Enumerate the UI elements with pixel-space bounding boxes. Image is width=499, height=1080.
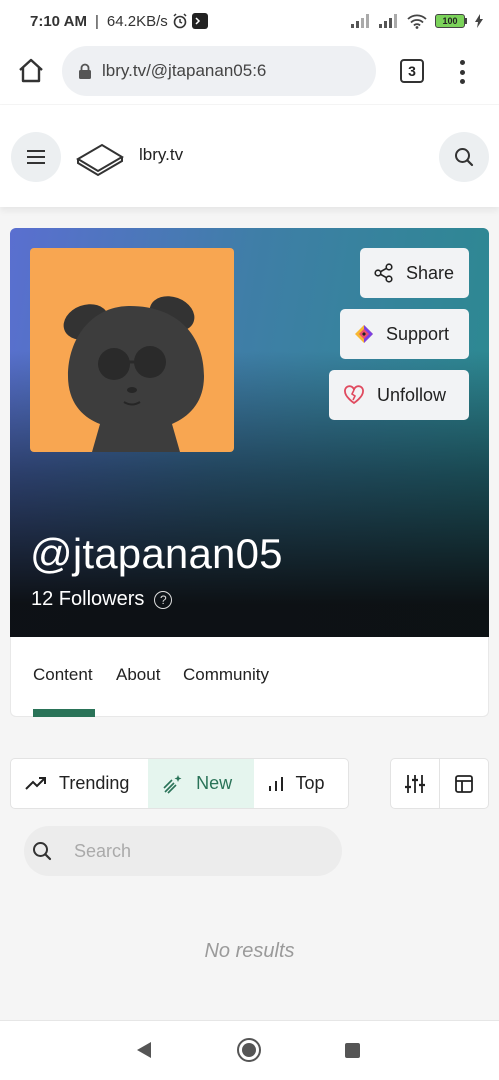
status-separator: | [94, 12, 99, 30]
tab-community[interactable]: Community [183, 665, 269, 685]
filter-trending-button[interactable]: Trending [11, 759, 148, 808]
followers-label: 12 Followers [31, 588, 145, 610]
support-button[interactable]: Support [340, 309, 469, 359]
help-icon[interactable]: ? [154, 590, 173, 609]
hamburger-icon [27, 150, 45, 164]
broken-heart-icon [344, 385, 364, 405]
battery-level: 100 [435, 14, 465, 28]
search-button[interactable] [439, 132, 489, 182]
bar-chart-icon [268, 776, 283, 791]
channel-name: @jtapanan05 [30, 530, 283, 577]
search-icon [455, 148, 474, 167]
layout-toggle-button[interactable] [439, 759, 488, 808]
tab-content[interactable]: Content [33, 665, 93, 685]
search-input[interactable] [74, 840, 294, 862]
unfollow-button[interactable]: Unfollow [329, 370, 469, 420]
site-brand[interactable]: lbry.tv [139, 145, 183, 165]
signal-icon-2 [379, 14, 397, 28]
search-icon [33, 842, 52, 861]
new-sparkle-icon [163, 774, 182, 794]
address-bar[interactable]: lbry.tv/@jtapanan05:6 [62, 46, 376, 96]
filter-settings-button[interactable] [391, 759, 439, 808]
filter-top-label: Top [295, 773, 325, 793]
site-header: lbry.tv [0, 105, 499, 207]
filter-top-button[interactable]: Top [254, 759, 348, 808]
lbc-support-icon [355, 325, 373, 343]
status-left: 7:10 AM | 64.2KB/s [30, 13, 208, 30]
lock-icon [79, 63, 91, 79]
channel-tabs: Content About Community [10, 637, 489, 717]
channel-avatar [30, 248, 234, 452]
browser-toolbar: lbry.tv/@jtapanan05:6 3 [0, 42, 499, 104]
layout-icon [455, 774, 473, 793]
avatar-bear-illustration [63, 296, 204, 452]
trending-icon [25, 776, 46, 790]
system-navigation-bar [0, 1020, 499, 1080]
alarm-icon [173, 13, 187, 29]
wifi-icon [407, 14, 427, 29]
lbry-logo-icon[interactable] [74, 135, 126, 179]
status-bar: 7:10 AM | 64.2KB/s 100 [0, 0, 499, 42]
filter-new-label: New [196, 773, 233, 793]
recent-apps-icon[interactable] [345, 1043, 360, 1058]
terminal-app-icon [191, 13, 208, 29]
sliders-icon [405, 774, 425, 793]
charging-icon [475, 14, 483, 28]
status-time: 7:10 AM [30, 12, 87, 30]
home-nav-icon[interactable] [237, 1038, 261, 1062]
status-right: 100 [351, 14, 483, 29]
filter-trending-label: Trending [59, 773, 130, 793]
empty-results-message: No results [204, 940, 295, 962]
url-text: lbry.tv/@jtapanan05:6 [102, 61, 267, 80]
browser-menu-icon[interactable] [454, 58, 470, 86]
tab-switcher-button[interactable]: 3 [400, 59, 424, 83]
filter-new-button[interactable]: New [148, 759, 254, 808]
unfollow-label: Unfollow [377, 384, 447, 405]
followers-count: 12 Followers ? [31, 588, 173, 611]
hamburger-menu-button[interactable] [11, 132, 61, 182]
signal-icon [351, 14, 369, 28]
content-search-field[interactable] [24, 826, 342, 876]
tab-about[interactable]: About [116, 665, 160, 685]
back-icon[interactable] [136, 1041, 152, 1059]
share-icon [374, 263, 393, 283]
view-options-group [390, 758, 489, 809]
share-label: Share [406, 262, 455, 283]
channel-cover: Share Support Unfollow @jtapanan05 12 Fo… [10, 228, 489, 637]
sort-filter-group: Trending New Top [10, 758, 349, 809]
active-tab-indicator [33, 709, 95, 717]
support-label: Support [386, 323, 450, 344]
status-network-speed: 64.2KB/s [106, 12, 168, 30]
share-button[interactable]: Share [360, 248, 469, 298]
home-icon[interactable] [16, 56, 46, 86]
battery-indicator: 100 [435, 14, 467, 28]
